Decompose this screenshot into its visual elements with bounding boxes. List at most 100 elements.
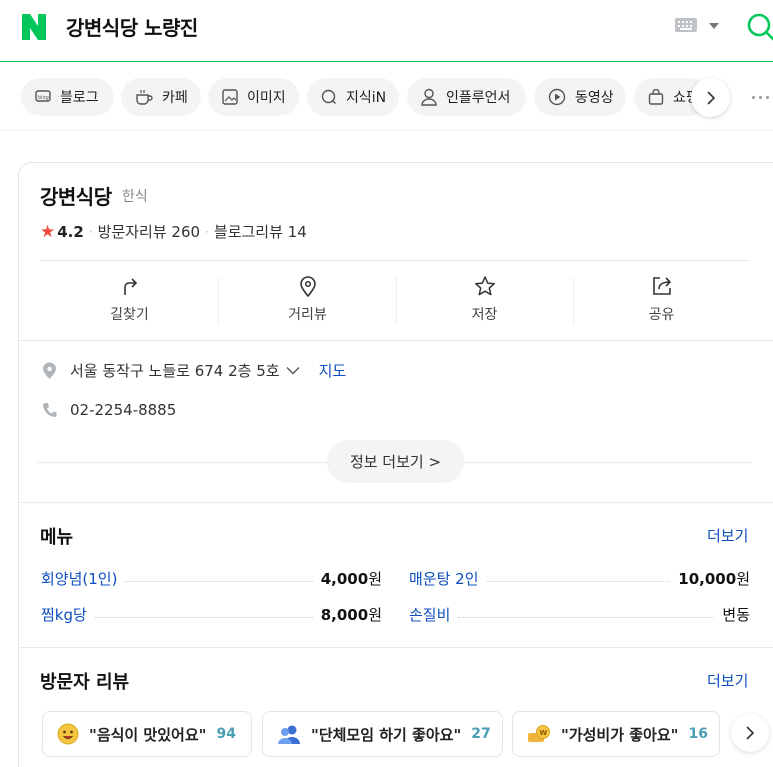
address-row: 서울 동작구 노들로 674 2층 5호 지도: [42, 360, 346, 381]
chevron-down-icon[interactable]: [709, 23, 719, 29]
reviews-more-link[interactable]: 더보기: [707, 670, 748, 691]
menu-section-title: 메뉴: [40, 527, 74, 548]
share-icon: [652, 277, 671, 295]
phone-row: 02-2254-8885: [42, 401, 176, 419]
directions-icon: [123, 278, 137, 295]
person-icon: [421, 88, 437, 106]
tab-video[interactable]: 동영상: [534, 78, 626, 116]
cafe-cup-icon: [136, 90, 153, 105]
menu-item-price: 변동: [722, 605, 750, 624]
action-label: 공유: [648, 307, 675, 323]
chevron-right-icon: [746, 726, 755, 740]
menu-item-price: 10,000원: [678, 569, 750, 588]
play-icon: [548, 88, 566, 106]
review-keyword-chip[interactable]: "단체모임 하기 좋아요" 27: [262, 711, 503, 757]
review-keyword-chip[interactable]: W "가성비가 좋아요" 16: [512, 711, 720, 757]
street-view-button[interactable]: 거리뷰: [219, 275, 396, 327]
tab-image[interactable]: 이미지: [208, 78, 299, 116]
menu-item[interactable]: 회양념(1인) 4,000원: [41, 567, 382, 589]
divider: [19, 502, 773, 503]
reviews-next-button[interactable]: [731, 714, 769, 752]
map-link[interactable]: 지도: [319, 360, 347, 381]
tab-blog[interactable]: blog 블로그: [21, 78, 114, 116]
tab-label: 동영상: [575, 90, 614, 106]
review-keyword-chip[interactable]: "음식이 맛있어요" 94: [42, 711, 252, 757]
review-keyword-text: "단체모임 하기 좋아요": [311, 725, 462, 744]
menu-item-name: 찜kg당: [41, 605, 87, 624]
separator-dot: ·: [205, 224, 209, 239]
menu-item[interactable]: 매운탕 2인 10,000원: [409, 567, 750, 589]
place-category: 한식: [122, 189, 148, 205]
action-label: 저장: [471, 307, 498, 323]
menu-item-price: 8,000원: [320, 605, 382, 624]
menu-item-name: 매운탕 2인: [409, 569, 479, 588]
naver-logo-icon[interactable]: [20, 13, 48, 41]
search-category-tabs: blog 블로그 카페 이미지 지식iN 인플루언서 동영상 쇼핑: [0, 63, 773, 131]
rating-row: ★ 4.2 · 방문자리뷰 260 · 블로그리뷰 14: [40, 221, 307, 242]
dotted-leader: [125, 580, 313, 582]
review-keyword-count: 16: [688, 726, 708, 742]
review-keyword-text: "음식이 맛있어요": [89, 725, 207, 744]
tabs-next-button[interactable]: [691, 78, 730, 117]
question-icon: [321, 89, 336, 104]
separator-dot: ·: [88, 224, 93, 239]
more-dots-icon[interactable]: [752, 96, 769, 99]
yummy-face-icon: [57, 723, 79, 745]
dotted-leader: [486, 580, 671, 582]
menu-item-name: 회양념(1인): [41, 569, 118, 588]
rating-score: 4.2: [57, 222, 84, 241]
action-label: 길찾기: [110, 307, 149, 323]
menu-item[interactable]: 손질비 변동: [409, 603, 750, 625]
place-name[interactable]: 강변식당: [40, 181, 112, 210]
tab-label: 지식iN: [346, 90, 387, 106]
address-text[interactable]: 서울 동작구 노들로 674 2층 5호: [70, 360, 280, 381]
menu-item[interactable]: 찜kg당 8,000원: [41, 603, 382, 625]
tab-label: 카페: [162, 90, 188, 106]
menu-item-price: 4,000원: [320, 569, 382, 588]
location-pin-icon: [299, 276, 316, 297]
search-button[interactable]: [746, 12, 773, 42]
dotted-leader: [94, 616, 313, 618]
more-info-button[interactable]: 정보 더보기 >: [327, 440, 464, 483]
tab-kin[interactable]: 지식iN: [307, 78, 399, 116]
action-label: 거리뷰: [288, 307, 327, 323]
menu-item-name: 손질비: [409, 605, 451, 624]
visitor-reviews-link[interactable]: 방문자리뷰 260: [98, 221, 200, 242]
shopping-bag-icon: [648, 89, 664, 105]
chevron-down-icon[interactable]: [286, 366, 300, 375]
blog-icon: blog: [35, 90, 51, 102]
review-keyword-count: 27: [471, 726, 491, 742]
location-pin-icon: [43, 362, 56, 379]
search-query-text[interactable]: 강변식당 노량진: [66, 12, 198, 41]
divider: [19, 647, 773, 648]
blog-reviews-link[interactable]: 블로그리뷰 14: [214, 221, 307, 242]
share-button[interactable]: 공유: [573, 275, 750, 327]
phone-icon: [43, 403, 57, 417]
svg-text:blog: blog: [38, 95, 49, 101]
divider: [40, 260, 750, 261]
people-icon: [277, 724, 301, 744]
money-icon: W: [527, 724, 551, 744]
tab-cafe[interactable]: 카페: [121, 78, 201, 116]
keyboard-icon[interactable]: [675, 18, 697, 32]
tab-label: 블로그: [60, 90, 99, 106]
review-keyword-text: "가성비가 좋아요": [561, 725, 679, 744]
menu-more-link[interactable]: 더보기: [707, 525, 748, 546]
dotted-leader: [458, 616, 715, 618]
tab-label: 이미지: [247, 90, 286, 106]
image-icon: [222, 89, 238, 105]
star-outline-icon: [474, 276, 495, 296]
chevron-right-icon: [706, 90, 715, 105]
tab-influencer[interactable]: 인플루언서: [407, 78, 526, 116]
search-icon: [747, 13, 773, 41]
tab-label: 인플루언서: [446, 90, 511, 106]
save-button[interactable]: 저장: [396, 275, 573, 327]
svg-text:W: W: [540, 729, 548, 737]
review-keyword-count: 94: [216, 726, 236, 742]
directions-button[interactable]: 길찾기: [41, 275, 218, 327]
reviews-section-title: 방문자 리뷰: [40, 672, 130, 693]
phone-number[interactable]: 02-2254-8885: [70, 401, 176, 419]
search-header: 강변식당 노량진: [0, 0, 773, 62]
divider: [19, 340, 773, 341]
star-icon: ★: [40, 221, 56, 242]
